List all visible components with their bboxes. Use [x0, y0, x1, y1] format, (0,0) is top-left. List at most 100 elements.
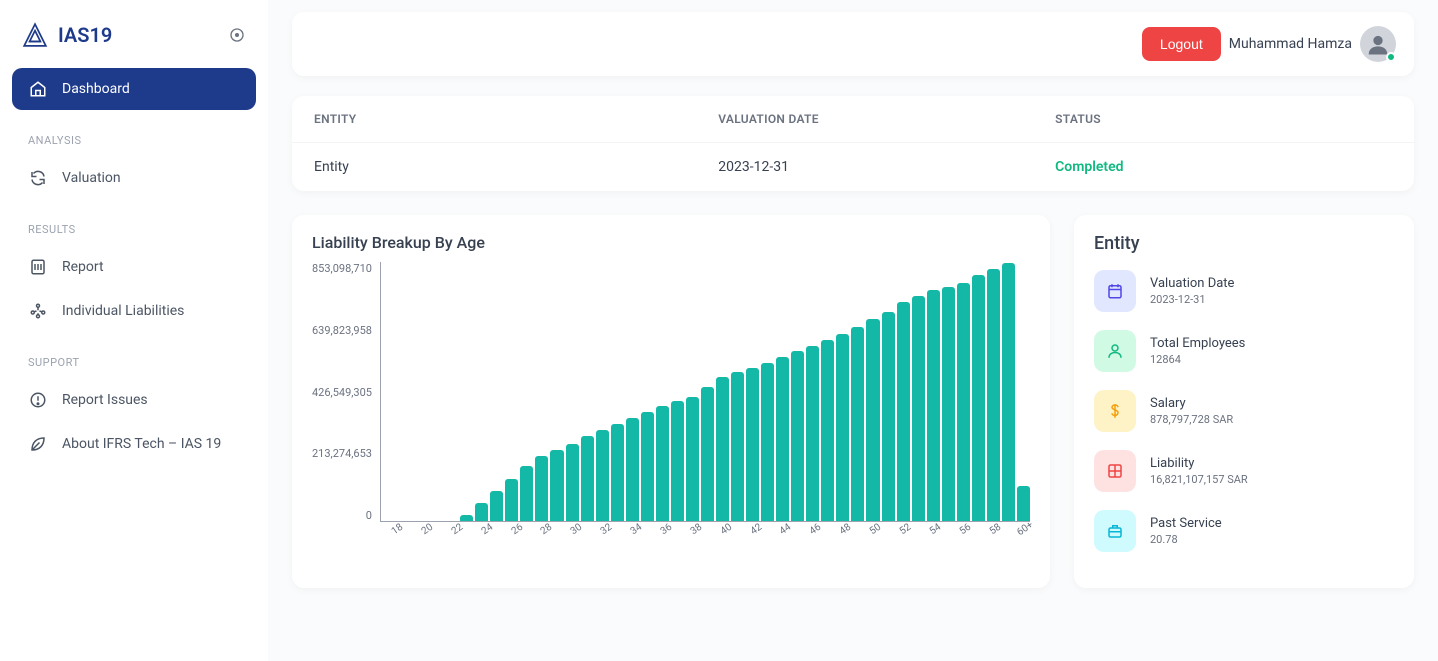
metric-value: 20.78: [1150, 533, 1222, 546]
bar[interactable]: [851, 327, 864, 521]
bar[interactable]: [897, 302, 910, 521]
presence-indicator: [1386, 52, 1396, 62]
col-status: STATUS: [1055, 112, 1392, 126]
cell-valuation-date: 2023-12-31: [718, 159, 1055, 175]
metric-value: 878,797,728 SAR: [1150, 413, 1233, 426]
bar[interactable]: [566, 444, 579, 521]
bar[interactable]: [626, 418, 639, 521]
metric-value: 12864: [1150, 353, 1245, 366]
sidebar-item-label: Report: [62, 259, 104, 275]
bar[interactable]: [460, 515, 473, 521]
sidebar-item-dashboard[interactable]: Dashboard: [12, 68, 256, 110]
summary-header-row: ENTITY VALUATION DATE STATUS: [292, 96, 1414, 143]
refresh-icon: [28, 168, 48, 188]
sidebar: IAS19 Dashboard ANALYSIS Valuation RESUL…: [0, 0, 268, 661]
nodes-icon: [28, 301, 48, 321]
bar[interactable]: [505, 479, 518, 522]
grid-icon: [1094, 450, 1136, 492]
bar[interactable]: [581, 436, 594, 521]
bar[interactable]: [686, 397, 699, 521]
sidebar-item-label: Dashboard: [62, 81, 130, 97]
target-icon: [229, 27, 245, 43]
bar[interactable]: [596, 430, 609, 521]
bar[interactable]: [731, 372, 744, 521]
user-name: Muhammad Hamza: [1229, 36, 1352, 52]
sidebar-item-individual-liabilities[interactable]: Individual Liabilities: [12, 290, 256, 332]
bar[interactable]: [942, 287, 955, 521]
briefcase-icon: [1094, 510, 1136, 552]
bar[interactable]: [866, 319, 879, 521]
bar[interactable]: [520, 466, 533, 521]
dollar-icon: [1094, 390, 1136, 432]
sidebar-section-results: RESULTS: [12, 201, 256, 246]
logo[interactable]: IAS19: [22, 22, 112, 48]
bar[interactable]: [806, 346, 819, 521]
bar[interactable]: [656, 406, 669, 521]
metric-label: Past Service: [1150, 516, 1222, 531]
metric-text: Past Service 20.78: [1150, 516, 1222, 546]
sidebar-item-about[interactable]: About IFRS Tech – IAS 19: [12, 423, 256, 465]
sidebar-item-label: Report Issues: [62, 392, 148, 408]
bar[interactable]: [535, 456, 548, 521]
metric-salary: Salary878,797,728 SAR: [1094, 390, 1394, 432]
bar[interactable]: [791, 351, 804, 521]
sidebar-section-analysis: ANALYSIS: [12, 112, 256, 157]
bar[interactable]: [912, 296, 925, 521]
sidebar-collapse-button[interactable]: [228, 26, 246, 44]
plot-area: [380, 262, 1030, 522]
y-tick: 0: [366, 509, 372, 522]
bar[interactable]: [716, 377, 729, 521]
summary-row[interactable]: Entity 2023-12-31 Completed: [292, 143, 1414, 191]
y-tick: 213,274,653: [312, 447, 372, 460]
bar[interactable]: [972, 275, 985, 521]
bar[interactable]: [671, 401, 684, 521]
metric-text: Liability 16,821,107,157 SAR: [1150, 456, 1248, 486]
metric-value: 16,821,107,157 SAR: [1150, 473, 1248, 486]
metric-valuation-date: Valuation Date2023-12-31: [1094, 270, 1394, 312]
top-bar: Logout Muhammad Hamza: [292, 12, 1414, 76]
metric-label: Total Employees: [1150, 336, 1245, 351]
document-icon: [28, 257, 48, 277]
metric-past-service: Past Service 20.78: [1094, 510, 1394, 552]
bar[interactable]: [957, 283, 970, 521]
x-tick: 60+: [1016, 521, 1035, 539]
bar[interactable]: [821, 340, 834, 521]
bar[interactable]: [761, 363, 774, 521]
bar[interactable]: [1002, 263, 1015, 521]
sidebar-item-label: Individual Liabilities: [62, 303, 184, 319]
bar[interactable]: [641, 412, 654, 521]
bar[interactable]: [927, 290, 940, 521]
avatar[interactable]: [1360, 26, 1396, 62]
metric-total-employees: Total Employees 12864: [1094, 330, 1394, 372]
bar[interactable]: [776, 357, 789, 521]
bar[interactable]: [836, 334, 849, 521]
bar[interactable]: [490, 491, 503, 521]
metric-label: Liability: [1150, 456, 1248, 471]
sidebar-item-valuation[interactable]: Valuation: [12, 157, 256, 199]
metric-value: 2023-12-31: [1150, 293, 1234, 306]
bar[interactable]: [987, 269, 1000, 521]
panels: Liability Breakup By Age 853,098,710639,…: [292, 215, 1414, 588]
bar[interactable]: [1017, 486, 1030, 521]
person-icon: [1094, 330, 1136, 372]
sidebar-item-report[interactable]: Report: [12, 246, 256, 288]
y-axis: 853,098,710639,823,958426,549,305213,274…: [312, 262, 380, 522]
x-axis: 1820222426283032343638404244464850525456…: [384, 522, 1030, 533]
entity-title: Entity: [1094, 233, 1394, 254]
bar[interactable]: [611, 424, 624, 521]
col-entity: ENTITY: [314, 112, 718, 126]
main-content: Logout Muhammad Hamza ENTITY VALUATION D…: [268, 0, 1438, 661]
sidebar-item-label: Valuation: [62, 170, 121, 186]
bar[interactable]: [746, 368, 759, 521]
bar[interactable]: [550, 450, 563, 521]
metric-liability: Liability 16,821,107,157 SAR: [1094, 450, 1394, 492]
bar[interactable]: [475, 503, 488, 521]
sidebar-item-report-issues[interactable]: Report Issues: [12, 379, 256, 421]
bar[interactable]: [701, 387, 714, 521]
logout-button[interactable]: Logout: [1142, 27, 1221, 61]
bar[interactable]: [882, 312, 895, 521]
sidebar-item-label: About IFRS Tech – IAS 19: [62, 436, 221, 452]
metric-text: Salary878,797,728 SAR: [1150, 396, 1233, 426]
app-name: IAS19: [58, 23, 112, 47]
sidebar-section-support: SUPPORT: [12, 334, 256, 379]
